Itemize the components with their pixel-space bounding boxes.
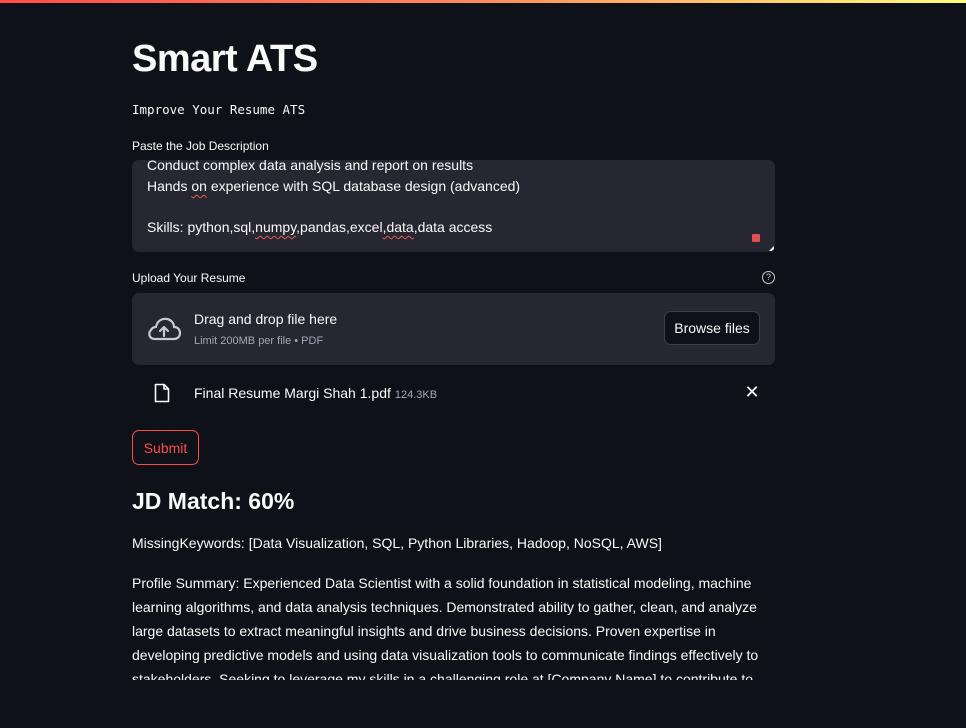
jd-line: Hands on experience with SQL database de… bbox=[147, 178, 520, 194]
file-dropzone[interactable]: Drag and drop file here Limit 200MB per … bbox=[132, 293, 775, 365]
help-icon[interactable]: ? bbox=[762, 271, 775, 284]
spellcheck-word: ,data bbox=[382, 219, 414, 235]
jd-line: Skills: python,sql,numpy,pandas,excel,da… bbox=[147, 219, 492, 235]
file-icon bbox=[154, 383, 170, 403]
cloud-upload-icon bbox=[148, 317, 182, 341]
jd-line-text: Hands on experience with SQL database de… bbox=[147, 178, 521, 194]
file-size: 124.3KB bbox=[394, 389, 438, 401]
upload-resume-label: Upload Your Resume bbox=[132, 271, 246, 285]
page-subtitle: Improve Your Resume ATS bbox=[132, 102, 306, 117]
jd-line: Conduct complex data analysis and report… bbox=[147, 160, 474, 173]
jd-match-heading: JD Match: 60% bbox=[132, 488, 295, 514]
resize-handle-icon[interactable] bbox=[769, 246, 774, 251]
submit-button[interactable]: Submit bbox=[132, 430, 199, 465]
close-icon[interactable]: ✕ bbox=[744, 383, 760, 401]
spellcheck-word: on bbox=[191, 178, 207, 194]
job-description-textarea[interactable]: Conduct complex data analysis and report… bbox=[132, 160, 775, 252]
job-description-label: Paste the Job Description bbox=[132, 139, 269, 153]
file-name-text: Final Resume Margi Shah 1.pdf bbox=[194, 385, 391, 401]
uploaded-file-row: Final Resume Margi Shah 1.pdf 124.3KB ✕ bbox=[132, 378, 775, 408]
missing-keywords-text: MissingKeywords: [Data Visualization, SQ… bbox=[132, 535, 662, 551]
spellcheck-indicator-icon bbox=[752, 234, 760, 242]
spellcheck-word: numpy bbox=[255, 219, 297, 235]
jd-line-text: Skills: python,sql,numpy,pandas,excel,da… bbox=[147, 219, 493, 235]
page-title: Smart ATS bbox=[132, 38, 318, 80]
uploaded-file-name: Final Resume Margi Shah 1.pdf 124.3KB bbox=[194, 385, 437, 401]
top-decoration-bar bbox=[0, 0, 966, 3]
profile-summary-text: Profile Summary: Experienced Data Scient… bbox=[132, 575, 759, 680]
browse-files-button[interactable]: Browse files bbox=[664, 311, 760, 345]
dropzone-instructions: Drag and drop file here bbox=[194, 311, 338, 327]
dropzone-limit-text: Limit 200MB per file • PDF bbox=[194, 335, 324, 347]
